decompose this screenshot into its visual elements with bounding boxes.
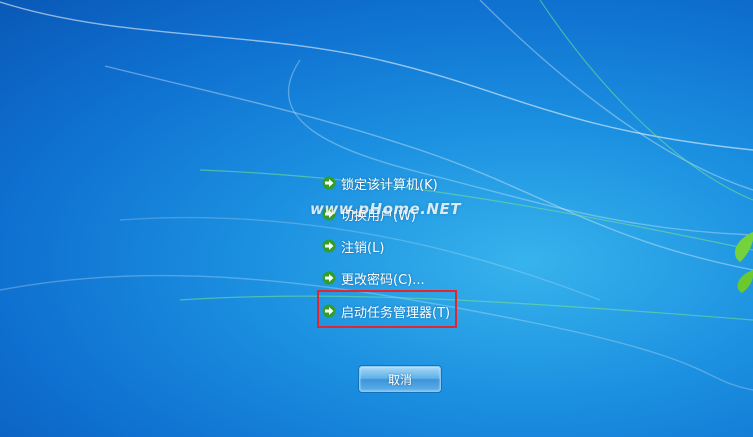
watermark: www.pHome.NET	[310, 200, 461, 218]
ctrl-alt-del-screen: 锁定该计算机(K) 切换用户(W) 注销(L) 更改密码(C)... 启动任务管…	[0, 0, 753, 437]
menu-item-log-off[interactable]: 注销(L)	[322, 235, 384, 257]
green-arrow-icon	[322, 239, 336, 253]
green-arrow-icon	[322, 176, 336, 190]
leaf-icon	[734, 232, 753, 293]
green-arrow-icon	[322, 271, 336, 285]
menu-item-lock-computer[interactable]: 锁定该计算机(K)	[322, 172, 438, 194]
menu-item-label: 更改密码(C)...	[341, 272, 425, 288]
menu-item-label: 注销(L)	[341, 240, 385, 256]
menu-item-change-password[interactable]: 更改密码(C)...	[322, 267, 425, 289]
highlight-box	[317, 290, 457, 328]
cancel-button[interactable]: 取消	[359, 366, 441, 392]
menu-item-label: 锁定该计算机(K)	[341, 177, 438, 193]
